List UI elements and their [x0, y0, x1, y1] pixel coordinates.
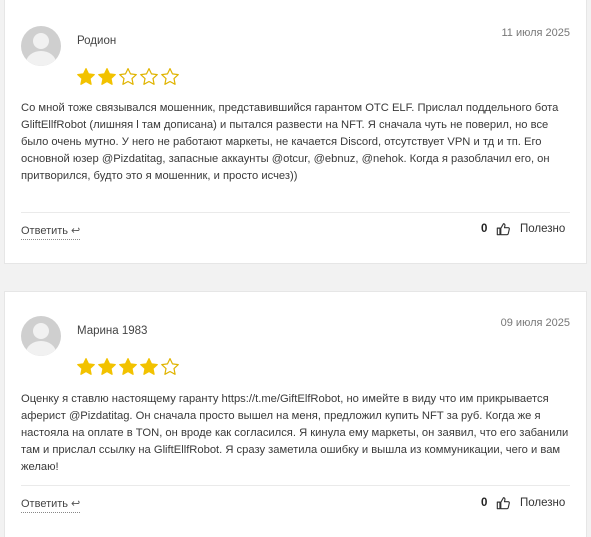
- review-card: Марина 1983 09 июля 2025 Оценку я ставлю…: [4, 291, 587, 537]
- review-author: Марина 1983: [77, 325, 148, 337]
- star-filled-icon: [98, 68, 116, 85]
- star-filled-icon: [77, 68, 95, 85]
- star-rating: [76, 67, 180, 87]
- star-rating: [76, 357, 180, 377]
- reply-arrow-icon: ↩: [71, 225, 81, 237]
- divider: [21, 212, 570, 213]
- reply-label: Ответить: [21, 224, 69, 237]
- avatar-body: [26, 51, 56, 66]
- reply-button[interactable]: Ответить ↩: [21, 497, 81, 513]
- reply-label: Ответить: [21, 497, 69, 510]
- review-text: Со мной тоже связывался мошенник, предст…: [21, 102, 559, 182]
- thumbs-up-icon[interactable]: [496, 496, 510, 510]
- avatar-head: [33, 323, 49, 339]
- like-count: 0: [481, 497, 488, 509]
- review-text: Оценку я ставлю настоящему гаранту https…: [21, 393, 569, 473]
- review-date: 11 июля 2025: [501, 27, 570, 39]
- useful-label[interactable]: Полезно: [520, 223, 565, 235]
- star-filled-icon: [98, 358, 116, 375]
- avatar: [21, 316, 61, 356]
- avatar: [21, 26, 61, 66]
- star-empty-icon: [119, 68, 137, 85]
- useful-label[interactable]: Полезно: [520, 497, 565, 509]
- avatar-head: [33, 33, 49, 49]
- reviews-page: Родион 11 июля 2025 Со мной тоже связыва…: [0, 0, 591, 537]
- star-filled-icon: [119, 358, 137, 375]
- star-empty-icon: [161, 68, 179, 85]
- avatar-body: [26, 341, 56, 356]
- reply-arrow-icon: ↩: [71, 498, 81, 510]
- reply-button[interactable]: Ответить ↩: [21, 224, 81, 240]
- star-empty-icon: [161, 358, 179, 375]
- review-author: Родион: [77, 35, 117, 47]
- divider: [21, 485, 570, 486]
- thumbs-up-icon[interactable]: [496, 222, 510, 236]
- review-card: Родион 11 июля 2025 Со мной тоже связыва…: [4, 0, 587, 264]
- star-filled-icon: [140, 358, 158, 375]
- star-filled-icon: [77, 358, 95, 375]
- review-date: 09 июля 2025: [500, 317, 570, 329]
- like-count: 0: [481, 223, 488, 235]
- star-empty-icon: [140, 68, 158, 85]
